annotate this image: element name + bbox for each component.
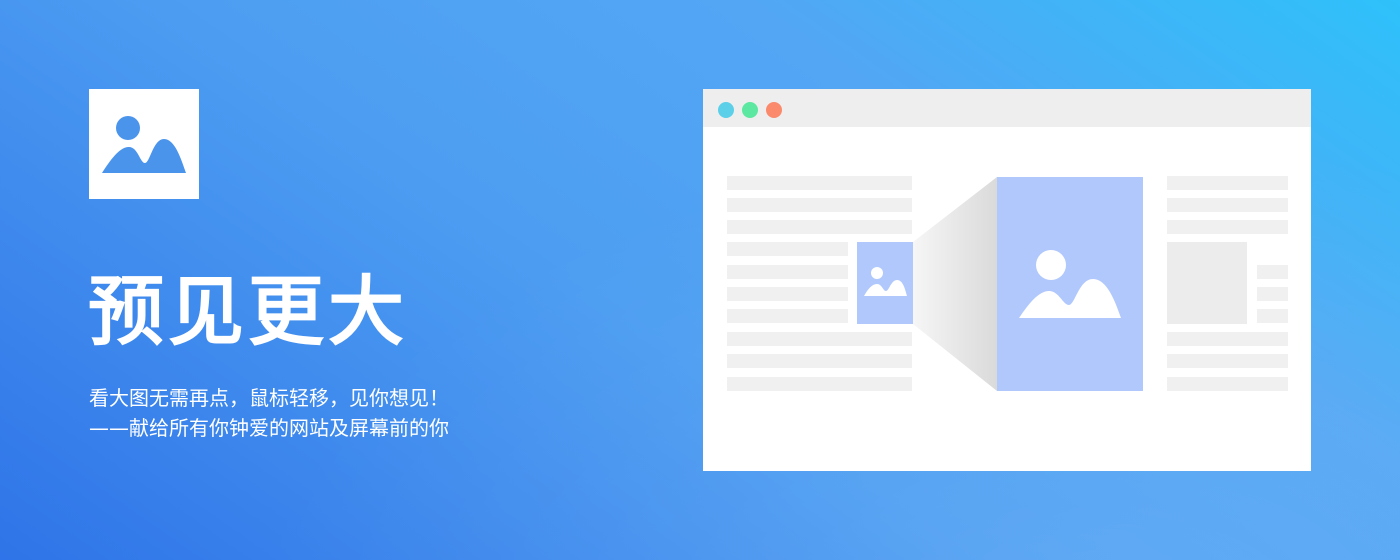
text-line-placeholder bbox=[727, 242, 848, 256]
text-line-placeholder bbox=[727, 176, 912, 190]
text-line-placeholder bbox=[1167, 176, 1288, 190]
text-line-placeholder bbox=[727, 332, 912, 346]
text-line-placeholder bbox=[727, 287, 848, 301]
image-icon bbox=[102, 116, 186, 173]
headline: 预见更大 bbox=[88, 267, 408, 356]
window-dot-green bbox=[742, 102, 758, 118]
text-line-placeholder bbox=[1257, 309, 1288, 323]
window-dot-cyan bbox=[718, 102, 734, 118]
text-line-placeholder bbox=[727, 265, 848, 279]
image-icon bbox=[864, 267, 907, 296]
thumbnail-image bbox=[857, 242, 913, 324]
text-line-placeholder bbox=[1167, 220, 1288, 234]
text-line-placeholder bbox=[1167, 377, 1288, 391]
image-icon bbox=[1019, 250, 1121, 318]
text-line-placeholder bbox=[1257, 287, 1288, 301]
text-line-placeholder bbox=[727, 309, 848, 323]
subtitle-line-2: ——献给所有你钟爱的网站及屏幕前的你 bbox=[89, 416, 449, 440]
text-line-placeholder bbox=[1167, 354, 1288, 368]
text-line-placeholder bbox=[727, 220, 912, 234]
text-line-placeholder bbox=[727, 198, 912, 212]
side-image-placeholder bbox=[1167, 242, 1247, 324]
text-line-placeholder bbox=[1167, 332, 1288, 346]
browser-illustration bbox=[703, 89, 1311, 471]
browser-titlebar bbox=[703, 89, 1311, 127]
subtitle-line-1: 看大图无需再点，鼠标轻移，见你想见！ bbox=[89, 386, 449, 410]
text-line-placeholder bbox=[727, 377, 912, 391]
window-dot-orange bbox=[766, 102, 782, 118]
enlarged-preview-image bbox=[997, 177, 1143, 391]
text-line-placeholder bbox=[1167, 198, 1288, 212]
zoom-beam bbox=[913, 177, 997, 391]
text-line-placeholder bbox=[1257, 265, 1288, 279]
text-line-placeholder bbox=[727, 354, 912, 368]
promo-banner: 预见更大 看大图无需再点，鼠标轻移，见你想见！ ——献给所有你钟爱的网站及屏幕前… bbox=[0, 0, 1400, 560]
logo bbox=[89, 89, 199, 199]
